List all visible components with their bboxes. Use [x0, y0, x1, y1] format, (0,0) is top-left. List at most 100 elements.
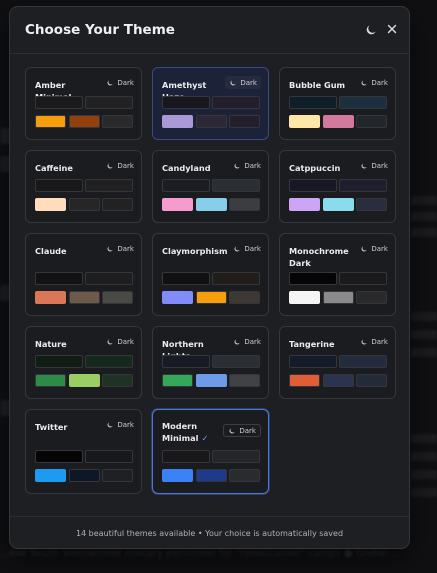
color-swatch	[35, 179, 83, 192]
color-swatch	[212, 450, 260, 463]
color-swatch	[196, 115, 227, 128]
color-swatch	[35, 272, 83, 285]
dark-badge: Dark	[106, 419, 134, 431]
moon-icon[interactable]	[364, 22, 378, 36]
dark-badge: Dark	[223, 424, 261, 437]
color-swatch	[102, 291, 133, 304]
theme-card-claude[interactable]: Claude Dark	[25, 233, 142, 316]
theme-card-nature[interactable]: Nature Dark	[25, 326, 142, 399]
color-swatch	[35, 96, 83, 109]
moon-icon	[106, 338, 114, 346]
color-swatch	[162, 355, 210, 368]
color-swatch	[339, 272, 387, 285]
color-swatch	[289, 374, 320, 387]
color-swatch	[35, 115, 66, 128]
theme-card-amethyst-haze[interactable]: Amethyst HazeDark	[152, 67, 269, 140]
color-swatch	[35, 355, 83, 368]
dark-badge: Dark	[233, 243, 261, 255]
moon-icon	[233, 162, 241, 170]
theme-name: Monochrome Dark	[289, 246, 349, 268]
moon-icon	[233, 338, 241, 346]
color-swatch	[85, 355, 133, 368]
theme-name: Bubble Gum	[289, 80, 346, 90]
color-swatch	[69, 291, 100, 304]
moon-icon	[360, 162, 368, 170]
color-swatch	[69, 198, 100, 211]
close-icon[interactable]	[384, 21, 400, 37]
color-swatch	[162, 272, 210, 285]
color-swatch	[229, 115, 260, 128]
color-swatch	[339, 355, 387, 368]
color-swatch	[162, 179, 210, 192]
moon-icon	[360, 338, 368, 346]
dialog-title: Choose Your Theme	[25, 22, 175, 38]
theme-name: Catppuccin	[289, 163, 341, 173]
color-swatch	[85, 179, 133, 192]
color-swatch	[289, 96, 337, 109]
dialog-footer: 14 beautiful themes available • Your cho…	[10, 516, 409, 550]
color-swatch	[85, 96, 133, 109]
color-swatch	[85, 272, 133, 285]
color-swatch	[229, 374, 260, 387]
dark-badge: Dark	[360, 77, 388, 89]
dark-badge: Dark	[106, 77, 134, 89]
theme-name: Caffeine	[35, 163, 73, 173]
dark-badge: Dark	[360, 336, 388, 348]
color-swatch	[212, 355, 260, 368]
dark-badge: Dark	[233, 160, 261, 172]
theme-card-northern-lights[interactable]: Northern LightsDark	[152, 326, 269, 399]
theme-card-caffeine[interactable]: Caffeine Dark	[25, 150, 142, 223]
color-swatch	[289, 198, 320, 211]
color-swatch	[356, 198, 387, 211]
theme-card-catppuccin[interactable]: Catppuccin Dark	[279, 150, 396, 223]
color-swatch	[289, 179, 337, 192]
color-swatch	[69, 374, 100, 387]
theme-card-modern-minimal[interactable]: Modern Minimal ✓ Dark	[152, 409, 269, 494]
theme-card-amber-minimal[interactable]: Amber MinimalDark	[25, 67, 142, 140]
theme-card-candyland[interactable]: Candyland Dark	[152, 150, 269, 223]
color-swatch	[356, 374, 387, 387]
footer-text: 14 beautiful themes available • Your cho…	[75, 529, 344, 538]
color-swatch	[162, 450, 210, 463]
color-swatch	[289, 115, 320, 128]
color-swatch	[102, 198, 133, 211]
theme-card-claymorphism[interactable]: Claymorphism Dark	[152, 233, 269, 316]
color-swatch	[196, 469, 227, 482]
dark-badge: Dark	[360, 243, 388, 255]
color-swatch	[162, 198, 193, 211]
theme-name: Tangerine	[289, 339, 335, 349]
dialog-header: Choose Your Theme	[10, 7, 409, 54]
color-swatch	[162, 96, 210, 109]
dark-badge: Dark	[106, 336, 134, 348]
color-swatch	[162, 469, 193, 482]
color-swatch	[196, 291, 227, 304]
color-swatch	[162, 291, 193, 304]
color-swatch	[339, 96, 387, 109]
theme-card-bubble-gum[interactable]: Bubble Gum Dark	[279, 67, 396, 140]
color-swatch	[289, 355, 337, 368]
theme-name: Claymorphism	[162, 246, 228, 256]
theme-name: Claude	[35, 246, 67, 256]
moon-icon	[228, 427, 236, 435]
theme-card-tangerine[interactable]: Tangerine Dark	[279, 326, 396, 399]
moon-icon	[106, 421, 114, 429]
color-swatch	[339, 179, 387, 192]
color-swatch	[356, 115, 387, 128]
check-icon: ✓	[201, 433, 209, 443]
theme-name: Candyland	[162, 163, 211, 173]
color-swatch	[229, 469, 260, 482]
theme-card-twitter[interactable]: Twitter Dark	[25, 409, 142, 494]
theme-card-monochrome-dark[interactable]: Monochrome Dark Dark	[279, 233, 396, 316]
color-swatch	[162, 374, 193, 387]
dark-badge: Dark	[233, 336, 261, 348]
color-swatch	[229, 291, 260, 304]
color-swatch	[289, 272, 337, 285]
color-swatch	[102, 469, 133, 482]
color-swatch	[35, 198, 66, 211]
color-swatch	[162, 115, 193, 128]
color-swatch	[289, 291, 320, 304]
moon-icon	[360, 245, 368, 253]
dark-badge: Dark	[360, 160, 388, 172]
moon-icon	[106, 162, 114, 170]
color-swatch	[356, 291, 387, 304]
